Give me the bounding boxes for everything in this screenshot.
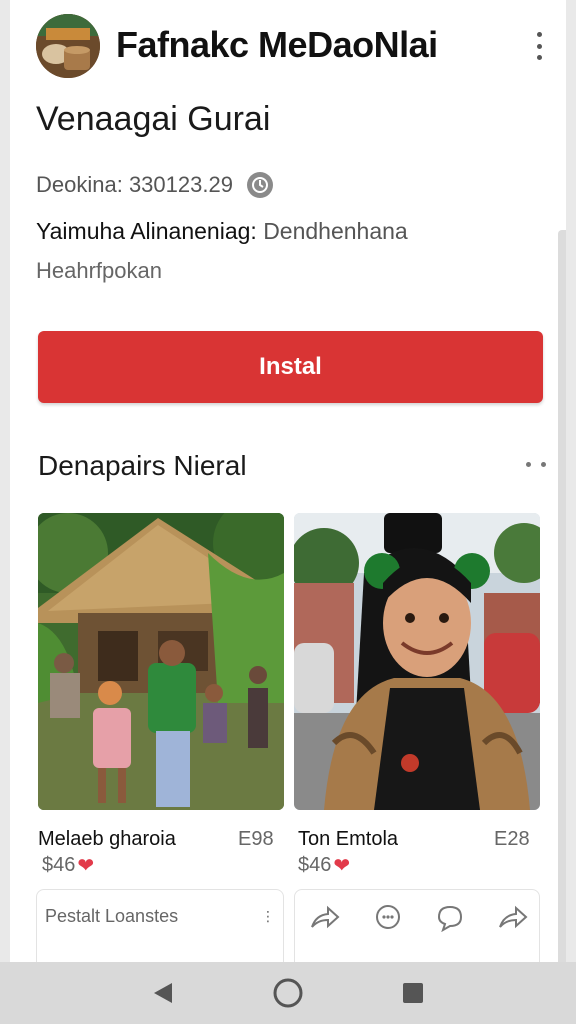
app-screen: Fafnakc MeDaoNlai Venaagai Gurai Deokina… (10, 0, 566, 962)
forward-icon[interactable] (495, 902, 531, 934)
card-size-2: E28 (494, 828, 530, 850)
developer-label: Yaimuha Alinaneniag: (36, 218, 257, 244)
share-icon[interactable] (307, 902, 343, 934)
app-subtitle: Venaagai Gurai (36, 100, 271, 138)
more-dots-icon[interactable]: ⋮ (261, 908, 275, 925)
mini-card-label: Pestalt Loanstes (45, 906, 179, 926)
developer-row: Yaimuha Alinaneniag: Dendhenhana (36, 218, 408, 245)
downloads-row: Deokina: 330123.29 (36, 172, 273, 198)
card-size-1: E98 (238, 828, 274, 850)
card-price-2: $46 ❤ (298, 853, 350, 878)
more-dots-icon[interactable] (526, 462, 546, 468)
home-icon[interactable] (268, 973, 308, 1013)
card-name-2[interactable]: Ton Emtola (298, 828, 398, 851)
card-price-1-value: $46 (42, 854, 76, 876)
back-icon[interactable] (143, 973, 183, 1013)
share-icons-row (307, 902, 531, 934)
card-price-2-value: $46 (298, 854, 332, 876)
card-name-1[interactable]: Melaeb gharoia (38, 828, 176, 851)
downloads-text: Deokina: 330123.29 (36, 172, 233, 197)
heart-icon[interactable]: ❤ (77, 853, 94, 878)
village-hut-photo[interactable] (38, 513, 284, 810)
heart-icon[interactable]: ❤ (333, 853, 350, 878)
clock-icon (246, 172, 273, 198)
developer-value[interactable]: Dendhenhana (263, 218, 408, 244)
card-price-1: $46 ❤ (42, 853, 94, 878)
system-navbar (0, 962, 576, 1024)
section-title: Denapairs Nieral (38, 450, 247, 481)
chat-bubble-icon[interactable] (370, 902, 406, 934)
scroll-edge (558, 230, 566, 962)
app-avatar[interactable] (36, 14, 100, 78)
kebab-menu-icon[interactable] (534, 32, 544, 60)
girl-portrait-photo[interactable] (294, 513, 540, 810)
category-text: Heahrfpokan (36, 258, 162, 283)
app-title: Fafnakc MeDaoNlai (116, 24, 438, 65)
recents-icon[interactable] (393, 973, 433, 1013)
mini-card-1[interactable]: Pestalt Loanstes ⋮ (36, 889, 284, 962)
app-avatar-image (36, 14, 100, 78)
install-button[interactable]: Instal (38, 331, 543, 403)
comment-icon[interactable] (432, 902, 468, 934)
mini-card-2 (294, 889, 540, 962)
